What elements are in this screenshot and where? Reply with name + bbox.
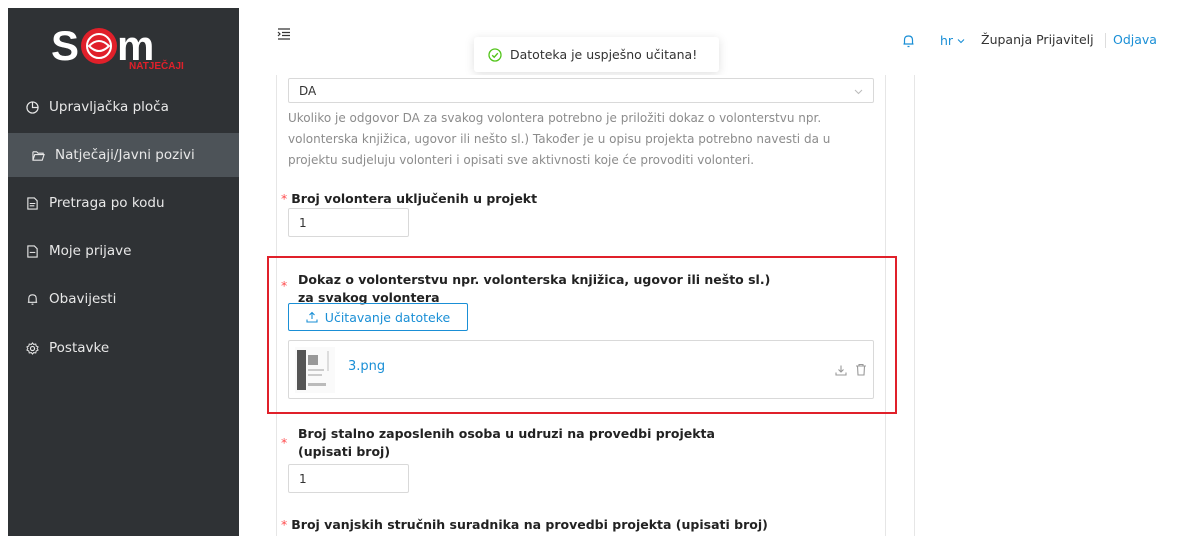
- sidebar-item-label: Natječaji/Javni pozivi: [55, 147, 195, 163]
- left-gutter: [0, 0, 8, 536]
- sidebar-item-label: Obavijesti: [49, 291, 117, 307]
- chevron-down-icon: [854, 89, 863, 95]
- required-marker: *: [281, 191, 288, 206]
- download-icon[interactable]: [835, 364, 847, 376]
- user-name: Županja Prijavitelj: [981, 32, 1094, 47]
- file-thumbnail: [295, 347, 335, 393]
- logo-subtitle: NATJEČAJI: [129, 59, 184, 70]
- svg-text:S: S: [51, 22, 79, 69]
- label-text: Broj stalno zaposlenih osoba u udruzi na…: [298, 426, 715, 459]
- label-text: Dokaz o volonterstvu npr. volonterska kn…: [298, 272, 771, 305]
- check-circle-icon: [488, 47, 502, 62]
- uploaded-file-card: 3.png: [288, 340, 874, 399]
- external-associates-label: * Broj vanjskih stručnih suradnika na pro…: [281, 516, 768, 534]
- label-text: Broj volontera uključenih u projekt: [291, 191, 538, 206]
- sidebar-item-competitions[interactable]: Natječaji/Javni pozivi: [8, 133, 239, 177]
- sidebar-item-my-applications[interactable]: Moje prijave: [8, 229, 239, 273]
- volunteers-count-label: * Broj volontera uključenih u projekt: [281, 190, 537, 208]
- file-name-link[interactable]: 3.png: [348, 359, 385, 374]
- toast-message: Datoteka je uspješno učitana!: [510, 47, 698, 62]
- folder-open-icon: [32, 149, 45, 162]
- sidebar-item-label: Moje prijave: [49, 243, 132, 259]
- proof-label: * Dokaz o volonterstvu npr. volonterska …: [281, 271, 771, 307]
- select-value: DA: [299, 83, 317, 98]
- delete-icon[interactable]: [855, 363, 867, 376]
- logout-link[interactable]: Odjava: [1113, 32, 1157, 47]
- employees-label: * Broj stalno zaposlenih osoba u udruzi …: [281, 425, 751, 461]
- volunteers-select[interactable]: DA: [288, 78, 874, 103]
- logo[interactable]: S m NATJEČAJI: [51, 22, 201, 72]
- sidebar-item-label: Pretraga po kodu: [49, 195, 165, 211]
- menu-collapse-icon[interactable]: [277, 26, 291, 40]
- volunteers-count-input[interactable]: 1: [288, 208, 409, 237]
- header-divider: [1105, 33, 1106, 48]
- sidebar-item-settings[interactable]: Postavke: [8, 326, 239, 370]
- language-value: hr: [940, 33, 954, 48]
- notifications-bell-icon[interactable]: [902, 33, 915, 48]
- gear-icon: [26, 341, 39, 355]
- file-search-icon: [26, 196, 39, 210]
- label-text: Broj vanjskih stručnih suradnika na prov…: [291, 517, 768, 532]
- sidebar-item-label: Postavke: [49, 340, 110, 356]
- upload-file-button[interactable]: Učitavanje datoteke: [288, 303, 468, 331]
- upload-icon: [306, 311, 318, 323]
- required-marker: *: [281, 435, 288, 450]
- dashboard-icon: [26, 100, 39, 114]
- sidebar-item-code-search[interactable]: Pretraga po kodu: [8, 181, 239, 225]
- upload-button-label: Učitavanje datoteke: [324, 309, 451, 325]
- success-toast: Datoteka je uspješno učitana!: [474, 37, 719, 72]
- sidebar-item-dashboard[interactable]: Upravljačka ploča: [8, 85, 239, 129]
- chevron-down-icon: [957, 38, 965, 43]
- required-marker: *: [281, 517, 288, 532]
- bell-icon: [26, 293, 39, 306]
- sidebar: S m NATJEČAJI Upravljačka ploča Natječaj…: [8, 8, 239, 536]
- file-icon: [26, 244, 39, 258]
- required-marker: *: [281, 278, 288, 293]
- sidebar-item-notifications[interactable]: Obavijesti: [8, 277, 239, 321]
- language-select[interactable]: hr: [940, 33, 965, 48]
- sidebar-item-label: Upravljačka ploča: [49, 99, 169, 115]
- content-divider: [914, 75, 915, 536]
- employees-count-input[interactable]: 1: [288, 464, 409, 493]
- help-text: Ukoliko je odgovor DA za svakog volonter…: [288, 111, 831, 167]
